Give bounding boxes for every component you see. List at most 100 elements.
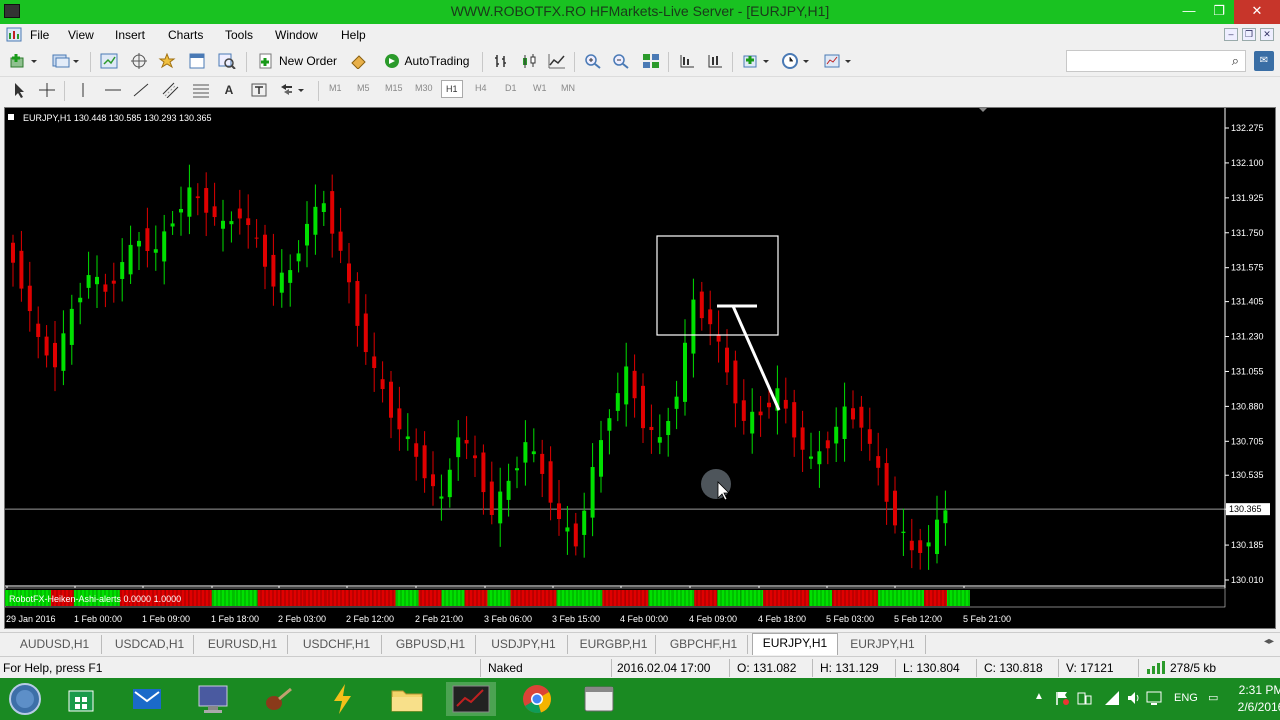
taskbar-store[interactable] xyxy=(56,682,106,716)
chart-tab[interactable]: AUDUSD,H1 xyxy=(8,635,102,654)
periods-button[interactable] xyxy=(778,51,814,71)
candle-body xyxy=(615,393,620,411)
chart-tab[interactable]: GBPUSD,H1 xyxy=(386,635,476,654)
candle-body xyxy=(103,284,108,292)
devices-icon[interactable] xyxy=(1076,690,1092,706)
mdi-minimize-button[interactable]: – xyxy=(1224,28,1238,41)
chart-tab[interactable]: EURJPY,H1 xyxy=(752,633,838,655)
cursor-button[interactable] xyxy=(8,80,30,100)
taskbar-guitar[interactable] xyxy=(254,682,304,716)
taskbar-monitor[interactable] xyxy=(188,682,238,716)
bar-chart-button[interactable] xyxy=(490,51,512,71)
search-input[interactable]: ⌕ xyxy=(1066,50,1246,72)
menu-view[interactable]: View xyxy=(68,28,94,42)
status-profile[interactable]: Naked xyxy=(488,661,523,675)
chart-shift-button[interactable] xyxy=(676,51,698,71)
candle-body xyxy=(498,491,503,524)
zoom-out-button[interactable] xyxy=(610,51,632,71)
menu-insert[interactable]: Insert xyxy=(115,28,145,42)
tabs-scroll-arrows[interactable]: ◂▸ xyxy=(1264,636,1274,647)
menu-charts[interactable]: Charts xyxy=(168,28,203,42)
status-high: H: 131.129 xyxy=(820,661,879,675)
clock-date[interactable]: 2/6/2016 xyxy=(1236,700,1280,714)
auto-scroll-button[interactable] xyxy=(704,51,726,71)
taskbar-mail[interactable] xyxy=(122,682,172,716)
chart-window-icon[interactable] xyxy=(6,27,22,42)
timeframe-mn[interactable]: MN xyxy=(561,83,575,93)
timeframe-m5[interactable]: M5 xyxy=(357,83,370,93)
new-chart-icon xyxy=(10,54,37,68)
chart-tab[interactable]: EURUSD,H1 xyxy=(198,635,288,654)
maximize-button[interactable]: ❐ xyxy=(1204,0,1234,24)
taskbar-flash[interactable] xyxy=(318,682,368,716)
timeframe-d1[interactable]: D1 xyxy=(505,83,517,93)
crosshair-button[interactable] xyxy=(36,80,58,100)
chart-tab[interactable]: USDCHF,H1 xyxy=(292,635,382,654)
profiles-button[interactable] xyxy=(48,51,84,71)
menu-window[interactable]: Window xyxy=(275,28,318,42)
chart-window[interactable]: 132.275 132.100 131.925 131.750 131.575 131.4… xyxy=(4,107,1276,629)
chart-tab[interactable]: USDJPY,H1 xyxy=(480,635,568,654)
menu-tools[interactable]: Tools xyxy=(225,28,253,42)
text-button[interactable]: A xyxy=(218,80,240,100)
menu-help[interactable]: Help xyxy=(341,28,366,42)
taskbar-window[interactable] xyxy=(574,682,624,716)
timeframe-m30[interactable]: M30 xyxy=(415,83,433,93)
taskbar-metatrader[interactable] xyxy=(446,682,496,716)
timeframe-m15[interactable]: M15 xyxy=(385,83,403,93)
horizontal-line-button[interactable] xyxy=(102,80,124,100)
timeframe-m1[interactable]: M1 xyxy=(329,83,342,93)
keyboard-icon[interactable]: ▭ xyxy=(1208,691,1218,704)
candle-body xyxy=(447,469,452,498)
price-chart[interactable]: 132.275 132.100 131.925 131.750 131.575 131.4… xyxy=(4,108,1275,628)
navigator-button[interactable] xyxy=(156,51,178,71)
autotrading-button[interactable]: AutoTrading xyxy=(376,51,476,71)
timeframe-h1[interactable]: H1 xyxy=(441,80,463,98)
language-indicator[interactable]: ENG xyxy=(1174,692,1198,704)
trendline-button[interactable] xyxy=(130,80,152,100)
indicators-button[interactable] xyxy=(738,51,774,71)
chart-tab[interactable]: GBPCHF,H1 xyxy=(660,635,748,654)
clock-time[interactable]: 2:31 PM xyxy=(1236,683,1280,697)
network-signal-icon[interactable] xyxy=(1104,690,1120,706)
start-button[interactable] xyxy=(0,682,50,716)
monitor-tray-icon[interactable] xyxy=(1146,690,1162,706)
timeframe-w1[interactable]: W1 xyxy=(533,83,547,93)
messages-icon[interactable]: ✉ xyxy=(1254,51,1274,71)
menu-file[interactable]: File xyxy=(30,28,49,42)
taskbar-chrome[interactable] xyxy=(512,682,562,716)
vertical-line-button[interactable] xyxy=(72,80,94,100)
expert-advisors-button[interactable] xyxy=(348,51,370,71)
terminal-button[interactable] xyxy=(186,51,208,71)
arrows-button[interactable] xyxy=(276,80,310,100)
action-center-flag-icon[interactable] xyxy=(1054,690,1070,706)
fibonacci-button[interactable] xyxy=(190,80,212,100)
close-button[interactable]: ✕ xyxy=(1234,0,1280,24)
timeframe-h4[interactable]: H4 xyxy=(475,83,487,93)
chart-tab[interactable]: USDCAD,H1 xyxy=(106,635,194,654)
zoom-out-icon xyxy=(613,54,629,69)
channel-button[interactable] xyxy=(160,80,182,100)
strategy-tester-button[interactable] xyxy=(216,51,238,71)
status-traffic: 278/5 kb xyxy=(1170,661,1217,675)
mdi-close-button[interactable]: ✕ xyxy=(1260,28,1274,41)
minimize-button[interactable]: — xyxy=(1174,0,1204,24)
mdi-restore-button[interactable]: ❐ xyxy=(1242,28,1256,41)
status-open: O: 131.082 xyxy=(737,661,797,675)
data-window-button[interactable] xyxy=(128,51,150,71)
volume-icon[interactable] xyxy=(1126,690,1142,706)
price-tick-label: 130.705 xyxy=(1231,436,1264,446)
new-order-button[interactable]: New Order xyxy=(252,51,342,71)
chart-tab[interactable]: EURJPY,H1 xyxy=(840,635,926,654)
taskbar-explorer[interactable] xyxy=(382,682,432,716)
tile-windows-button[interactable] xyxy=(640,51,662,71)
tray-expand-icon[interactable]: ▲ xyxy=(1034,691,1044,702)
market-watch-button[interactable] xyxy=(98,51,120,71)
chart-tab[interactable]: EURGBP,H1 xyxy=(572,635,656,654)
new-chart-button[interactable] xyxy=(6,51,42,71)
zoom-in-button[interactable] xyxy=(582,51,604,71)
templates-button[interactable] xyxy=(820,51,856,71)
line-chart-button[interactable] xyxy=(546,51,568,71)
text-label-button[interactable] xyxy=(248,80,270,100)
candlestick-button[interactable] xyxy=(518,51,540,71)
